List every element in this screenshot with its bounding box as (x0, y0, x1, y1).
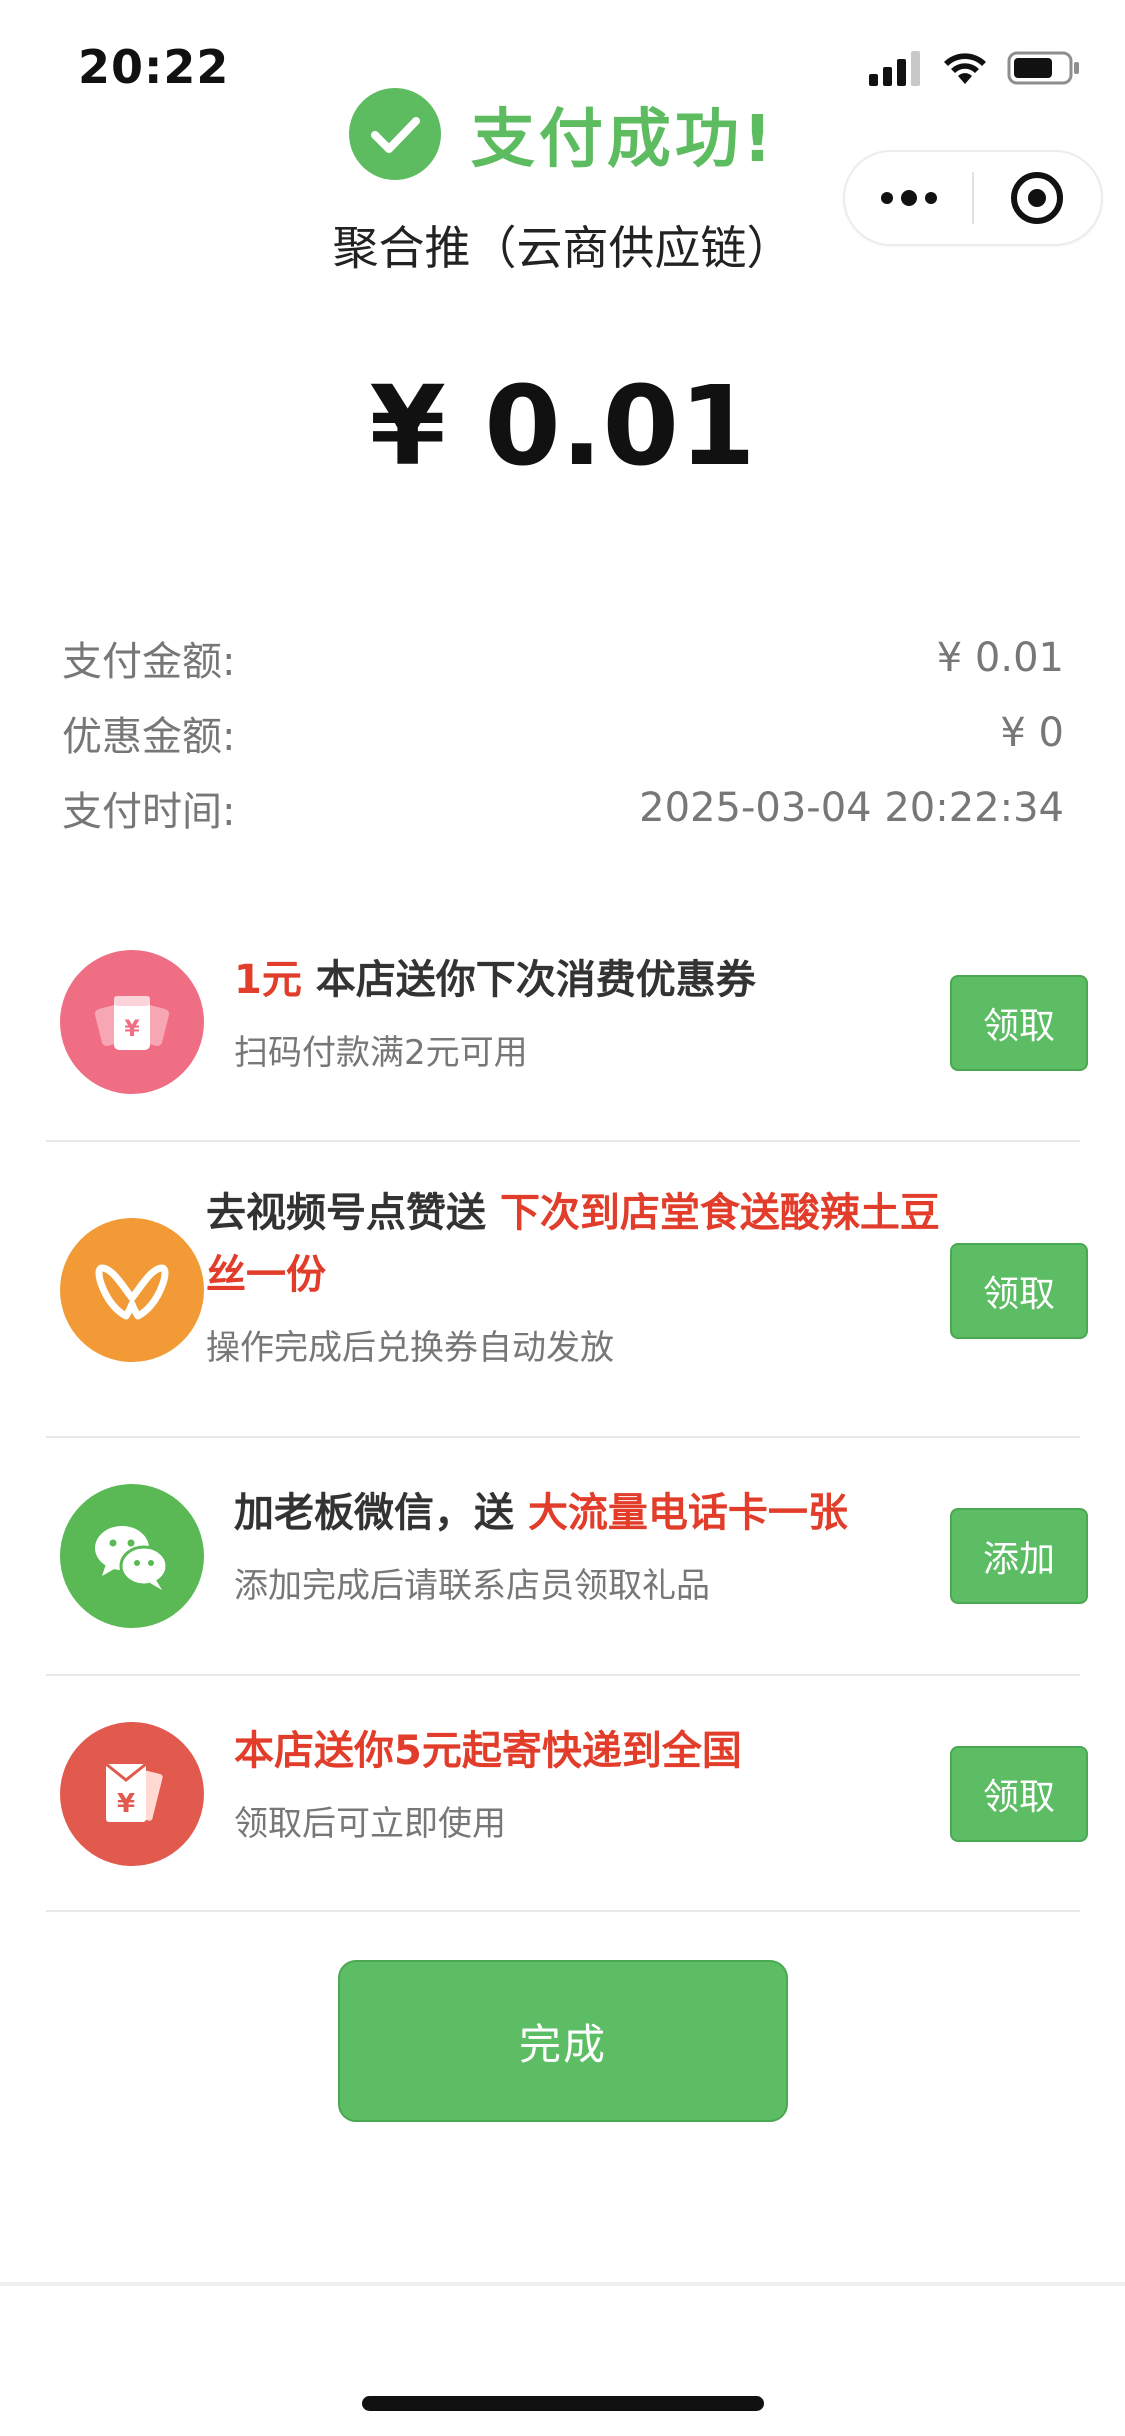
red-envelope-icon: ¥ (60, 1722, 204, 1866)
svg-text:¥: ¥ (124, 1017, 140, 1042)
detail-label: 支付时间: (62, 788, 236, 835)
offer-item-delivery: ¥ 本店送你5元起寄快递到全国 领取后可立即使用 领取 (46, 1676, 1088, 1912)
offer-title-text: 加老板微信，送 (234, 1490, 528, 1536)
offer-title-highlight: 1元 (234, 957, 302, 1003)
coupon-ticket-icon: ¥ (60, 950, 204, 1094)
cellular-signal-icon (869, 51, 920, 86)
wifi-icon (944, 53, 986, 84)
claim-delivery-button[interactable]: 领取 (950, 1746, 1088, 1842)
detail-label: 支付金额: (62, 638, 236, 685)
payment-success-header: 支付成功! (0, 88, 1125, 180)
offer-subtitle: 领取后可立即使用 (234, 1804, 506, 1844)
offer-title: 1元 本店送你下次消费优惠券 (234, 949, 894, 1011)
wechat-icon (60, 1484, 204, 1628)
detail-row-discount: 优惠金额: ¥ 0 (62, 695, 1064, 770)
status-time: 20:22 (78, 40, 230, 94)
detail-row-time: 支付时间: 2025-03-04 20:22:34 (62, 770, 1064, 845)
payment-amount: ¥ 0.01 (369, 362, 756, 490)
offer-item-coupon: ¥ 1元 本店送你下次消费优惠券 扫码付款满2元可用 领取 (46, 905, 1088, 1142)
svg-text:¥: ¥ (117, 1789, 135, 1819)
offer-subtitle: 扫码付款满2元可用 (234, 1033, 528, 1073)
detail-label: 优惠金额: (62, 713, 236, 760)
detail-value: ¥ 0 (1000, 709, 1064, 756)
done-button[interactable]: 完成 (338, 1960, 788, 2122)
battery-icon (1007, 51, 1079, 85)
home-indicator[interactable] (362, 2396, 764, 2411)
merchant-name: 聚合推（云商供应链） (332, 221, 793, 275)
claim-channels-button[interactable]: 领取 (950, 1243, 1088, 1339)
offer-subtitle: 添加完成后请联系店员领取礼品 (234, 1566, 710, 1606)
bottom-divider (0, 2282, 1125, 2286)
offer-item-wechat: 加老板微信，送 大流量电话卡一张 添加完成后请联系店员领取礼品 添加 (46, 1438, 1088, 1676)
offer-item-channels: 去视频号点赞送 下次到店堂食送酸辣土豆丝一份 操作完成后兑换券自动发放 领取 (46, 1142, 1088, 1438)
offer-text: 本店送你5元起寄快递到全国 领取后可立即使用 (234, 1720, 894, 1845)
offer-title-text: 去视频号点赞送 (206, 1190, 500, 1236)
detail-value: ¥ 0.01 (936, 634, 1064, 681)
offer-title: 加老板微信，送 大流量电话卡一张 (234, 1482, 954, 1544)
status-icons (867, 50, 1081, 86)
check-circle-icon (348, 88, 441, 180)
more-dots-icon (880, 190, 937, 206)
offer-title-text: 本店送你下次消费优惠券 (301, 957, 756, 1003)
channels-icon (60, 1218, 204, 1362)
detail-value: 2025-03-04 20:22:34 (639, 784, 1064, 831)
add-wechat-button[interactable]: 添加 (950, 1508, 1088, 1604)
offer-title-highlight: 本店送你5元起寄快递到全国 (234, 1728, 742, 1774)
offer-title: 去视频号点赞送 下次到店堂食送酸辣土豆丝一份 (206, 1182, 946, 1306)
offer-list: ¥ 1元 本店送你下次消费优惠券 扫码付款满2元可用 领取 去视频号点赞送 下次… (46, 905, 1088, 1912)
detail-row-paid: 支付金额: ¥ 0.01 (62, 620, 1064, 695)
payment-details: 支付金额: ¥ 0.01 优惠金额: ¥ 0 支付时间: 2025-03-04 … (62, 620, 1064, 845)
offer-text: 去视频号点赞送 下次到店堂食送酸辣土豆丝一份 操作完成后兑换券自动发放 (206, 1182, 946, 1369)
offer-title: 本店送你5元起寄快递到全国 (234, 1720, 894, 1782)
offer-title-highlight: 大流量电话卡一张 (527, 1490, 848, 1536)
claim-coupon-button[interactable]: 领取 (950, 975, 1088, 1071)
offer-text: 加老板微信，送 大流量电话卡一张 添加完成后请联系店员领取礼品 (234, 1482, 954, 1607)
offer-text: 1元 本店送你下次消费优惠券 扫码付款满2元可用 (234, 949, 894, 1074)
offer-subtitle: 操作完成后兑换券自动发放 (206, 1328, 614, 1368)
payment-success-title: 支付成功! (470, 103, 777, 177)
